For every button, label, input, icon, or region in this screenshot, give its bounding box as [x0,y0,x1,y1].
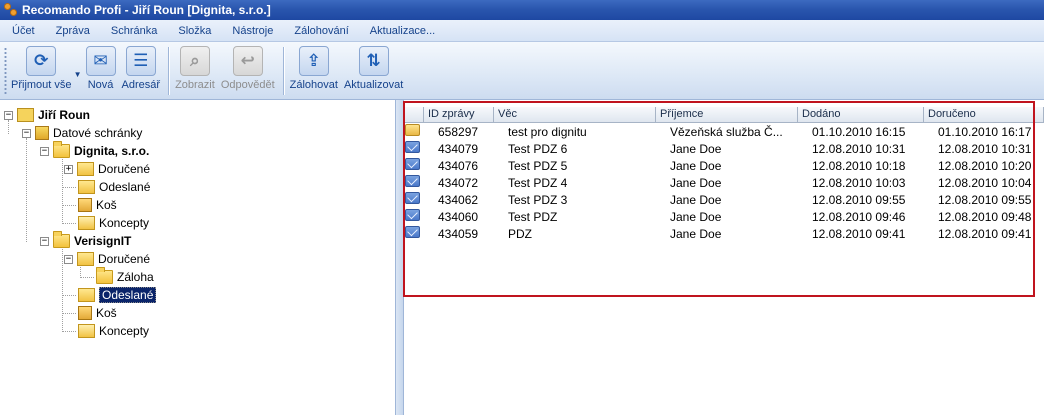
tree-root-label: Jiří Roun [38,108,91,122]
title-bar: Recomando Profi - Jiří Roun [Dignita, s.… [0,0,1044,20]
address-book-button[interactable]: ☰ Adresář [121,46,161,91]
new-message-button[interactable]: ✉ Nová [85,46,116,91]
tree-item-dignita[interactable]: − Dignita, s.r.o. [40,141,150,160]
chevron-down-icon[interactable]: ▼ [74,70,82,79]
trash-icon [78,198,92,212]
outbox-icon [78,288,95,302]
folder-icon [53,141,70,158]
menu-zalohovani[interactable]: Zálohování [294,25,348,37]
collapse-icon[interactable]: − [40,146,49,156]
show-label: Zobrazit [175,79,215,91]
menu-aktualizace[interactable]: Aktualizace... [370,25,435,37]
tree-connector [62,295,76,296]
toolbar: ⟳ Přijmout vše ▼ ✉ Nová ☰ Adresář ⌕ Zobr… [0,42,1044,100]
update-button[interactable]: ⇅ Aktualizovat [344,46,403,91]
tree-connector [62,246,63,332]
tree-verisignit-backup-label: Záloha [117,270,154,284]
tree-dignita-drafts-label: Koncepty [99,216,150,230]
menu-bar: Účet Zpráva Schránka Složka Nástroje Zál… [0,20,1044,42]
drafts-icon [78,324,95,338]
reply-button[interactable]: ↩ Odpovědět [221,46,275,91]
tree-verisignit-inbox-label: Doručené [98,252,151,266]
menu-zprava[interactable]: Zpráva [56,25,90,37]
tree-item-dignita-drafts[interactable]: Koncepty [78,214,149,232]
refresh-icon: ⟳ [26,46,57,76]
expand-icon[interactable]: + [64,164,73,174]
tree-dignita-trash-label: Koš [96,198,117,212]
collapse-icon[interactable]: − [4,110,13,120]
backup-button[interactable]: ⇪ Zálohovat [290,46,338,91]
highlight-rectangle [403,101,1035,297]
tree-item-root[interactable]: − Jiří Roun [4,106,90,124]
new-envelope-icon: ✉ [85,46,116,76]
receive-all-label: Přijmout vše [11,79,72,91]
menu-schranka[interactable]: Schránka [111,25,157,37]
app-logo-icon [4,3,18,17]
tree-verisignit-trash-label: Koš [96,306,117,320]
update-icon: ⇅ [358,46,389,76]
tree-item-dignita-inbox[interactable]: + Doručené [64,160,150,178]
collapse-icon[interactable]: − [22,128,31,138]
collapse-icon[interactable]: − [40,236,49,246]
tree-item-verisignit-backup[interactable]: Záloha [96,267,154,286]
tree-item-dignita-sent[interactable]: Odeslané [78,178,150,196]
tree-item-verisignit-inbox[interactable]: − Doručené [64,250,150,268]
mailboxes-icon [35,126,49,140]
tree-connector [62,156,63,224]
tree-item-verisignit[interactable]: − VerisignIT [40,231,132,250]
tree-connector [62,313,76,314]
tree-connector [62,331,76,332]
address-book-icon: ☰ [125,46,156,76]
menu-nastroje[interactable]: Nástroje [232,25,273,37]
new-label: Nová [87,79,114,91]
folder-tree-panel: − Jiří Roun − Datové schránky − Dignita,… [0,100,396,415]
toolbar-grip[interactable] [4,47,7,95]
tree-dignita-label: Dignita, s.r.o. [74,144,150,158]
collapse-icon[interactable]: − [64,254,73,264]
tree-connector [62,187,76,188]
inbox-icon [77,162,94,176]
outbox-icon [78,180,95,194]
address-book-label: Adresář [121,79,161,91]
backup-label: Zálohovat [289,79,338,91]
tree-item-verisignit-sent[interactable]: Odeslané [78,286,157,304]
tree-dignita-inbox-label: Doručené [98,162,151,176]
tree-item-dignita-trash[interactable]: Koš [78,196,117,214]
tree-connector [62,205,76,206]
window-title: Recomando Profi - Jiří Roun [Dignita, s.… [22,3,271,17]
tree-verisignit-sent-label: Odeslané [99,287,157,303]
tree-item-verisignit-trash[interactable]: Koš [78,304,117,322]
tree-connector [26,138,27,242]
menu-slozka[interactable]: Složka [178,25,211,37]
user-mailbox-icon [17,108,34,122]
tree-item-datove-schranky[interactable]: − Datové schránky [22,124,142,142]
inbox-icon [77,252,94,266]
tree-connector [80,277,94,278]
update-label: Aktualizovat [343,79,404,91]
tree-dignita-sent-label: Odeslané [99,180,151,194]
toolbar-separator [168,47,170,95]
show-button[interactable]: ⌕ Zobrazit [175,46,215,91]
magnifier-icon: ⌕ [179,46,210,76]
trash-icon [78,306,92,320]
reply-label: Odpovědět [220,79,275,91]
tree-item-verisignit-drafts[interactable]: Koncepty [78,322,149,340]
reply-icon: ↩ [232,46,263,76]
tree-verisignit-drafts-label: Koncepty [99,324,150,338]
folder-icon [96,267,113,284]
drafts-icon [78,216,95,230]
toolbar-separator [282,47,284,95]
folder-icon [53,231,70,248]
tree-connector [62,223,76,224]
backup-icon: ⇪ [298,46,329,76]
menu-ucet[interactable]: Účet [12,25,35,37]
tree-verisignit-label: VerisignIT [74,234,132,248]
receive-all-button[interactable]: ⟳ Přijmout vše ▼ [11,46,82,91]
tree-datove-schranky-label: Datové schránky [53,126,143,140]
